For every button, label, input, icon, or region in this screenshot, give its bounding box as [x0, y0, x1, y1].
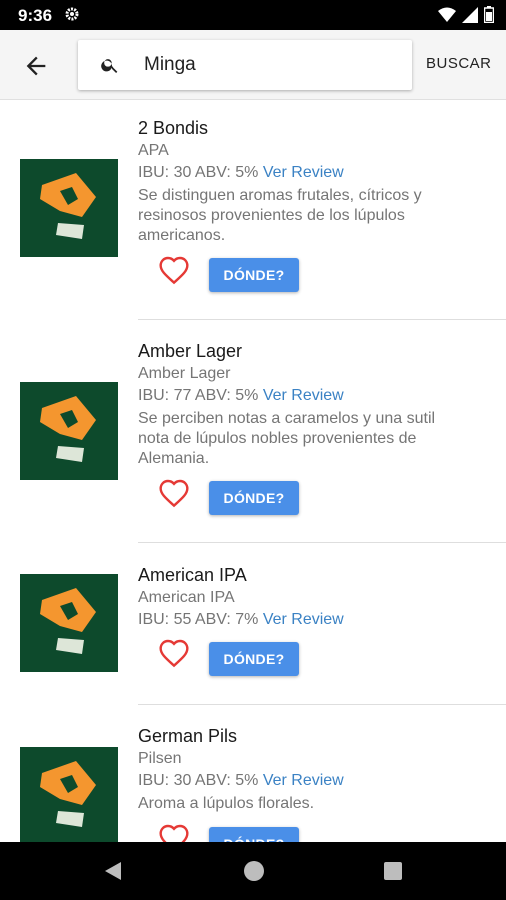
back-arrow-icon[interactable] [22, 52, 50, 80]
wifi-icon [438, 7, 456, 28]
beer-description: Se distinguen aromas frutales, cítricos … [138, 187, 422, 244]
where-button[interactable]: DÓNDE? [209, 827, 299, 842]
nav-home-icon[interactable] [244, 861, 264, 881]
search-input[interactable] [144, 52, 394, 78]
review-link[interactable]: Ver Review [263, 164, 344, 181]
ibu-abv-text: IBU: 30 ABV: 5% [138, 164, 259, 181]
nav-back-icon[interactable] [103, 860, 123, 887]
review-link[interactable]: Ver Review [263, 387, 344, 404]
favorite-heart-icon[interactable] [158, 638, 190, 668]
beer-name: American IPA [138, 565, 247, 585]
where-button[interactable]: DÓNDE? [209, 642, 299, 676]
review-link[interactable]: Ver Review [263, 772, 344, 789]
search-button[interactable]: BUSCAR [426, 55, 492, 72]
beer-style: APA [138, 142, 169, 159]
divider [138, 704, 506, 705]
review-link[interactable]: Ver Review [263, 611, 344, 628]
nav-recents-icon[interactable] [384, 862, 402, 880]
beer-name: Amber Lager [138, 341, 243, 361]
brewery-logo [20, 382, 118, 480]
battery-icon [483, 6, 495, 28]
search-box[interactable] [78, 40, 412, 90]
system-nav-bar [0, 842, 506, 900]
beer-stats: IBU: 30 ABV: 5% Ver Review [138, 772, 344, 790]
signal-icon [462, 6, 478, 28]
beer-stats: IBU: 55 ABV: 7% Ver Review [138, 611, 344, 629]
search-icon [100, 55, 120, 80]
beer-name: German Pils [138, 726, 238, 746]
where-button[interactable]: DÓNDE? [209, 481, 299, 515]
beer-list[interactable]: 2 Bondis APA IBU: 30 ABV: 5% Ver Review … [0, 101, 506, 842]
ibu-abv-text: IBU: 30 ABV: 5% [138, 772, 259, 789]
favorite-heart-icon[interactable] [158, 823, 190, 842]
beer-description: Aroma a lúpulos florales. [138, 795, 315, 812]
beer-style: Pilsen [138, 750, 182, 767]
status-bar: 9:36 [0, 0, 506, 30]
favorite-heart-icon[interactable] [158, 255, 190, 285]
beer-stats: IBU: 77 ABV: 5% Ver Review [138, 387, 344, 405]
brewery-logo [20, 574, 118, 672]
divider [138, 319, 506, 320]
brewery-logo [20, 747, 118, 842]
beer-name: 2 Bondis [138, 118, 209, 138]
beer-description: Se perciben notas a caramelos y una suti… [138, 410, 436, 467]
beer-style: American IPA [138, 589, 235, 606]
ibu-abv-text: IBU: 77 ABV: 5% [138, 387, 259, 404]
beer-style: Amber Lager [138, 365, 231, 382]
brewery-logo [20, 159, 118, 257]
ibu-abv-text: IBU: 55 ABV: 7% [138, 611, 259, 628]
where-button[interactable]: DÓNDE? [209, 258, 299, 292]
search-app-bar: BUSCAR [0, 30, 506, 100]
favorite-heart-icon[interactable] [158, 478, 190, 508]
settings-gear-icon [64, 6, 80, 27]
divider [138, 542, 506, 543]
status-time: 9:36 [18, 6, 53, 25]
status-icons [438, 6, 495, 28]
beer-stats: IBU: 30 ABV: 5% Ver Review [138, 164, 344, 182]
